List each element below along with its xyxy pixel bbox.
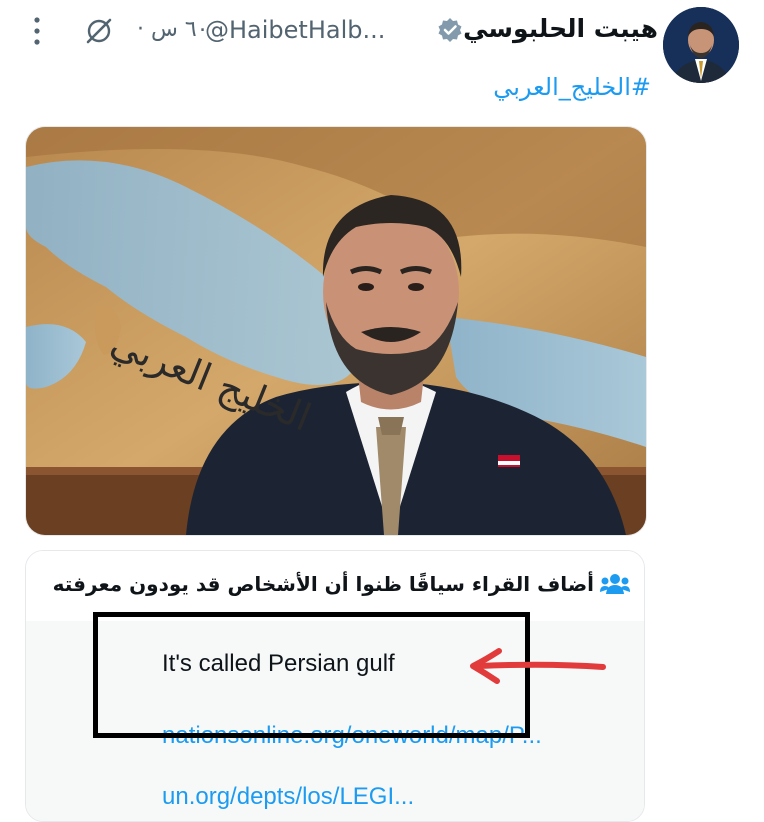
annotation-highlight-box: [93, 612, 530, 738]
annotation-red-arrow-icon: [470, 648, 606, 684]
avatar-image: [663, 7, 739, 83]
author-display-name[interactable]: هيبت الحلبوسي: [463, 12, 658, 46]
verified-badge-icon[interactable]: [437, 17, 463, 43]
community-note-header: أضاف القراء سياقًا ظنوا أن الأشخاص قد يو…: [26, 551, 644, 621]
community-note-header-text: أضاف القراء سياقًا ظنوا أن الأشخاص قد يو…: [52, 572, 594, 596]
author-avatar[interactable]: [663, 7, 739, 83]
author-handle[interactable]: @HaibetHalb...: [205, 14, 385, 46]
more-options-icon[interactable]: [30, 14, 44, 48]
readers-added-context-icon: [600, 574, 630, 594]
tweet-timestamp[interactable]: ٦٠ س ·: [137, 14, 208, 46]
community-note-source-link[interactable]: un.org/depts/los/LEGI...: [162, 780, 414, 814]
grok-icon[interactable]: [84, 16, 114, 46]
tweet-media-image[interactable]: الخليج العربي: [25, 126, 647, 536]
tweet-hashtag[interactable]: #الخليج_العربي: [493, 70, 651, 104]
